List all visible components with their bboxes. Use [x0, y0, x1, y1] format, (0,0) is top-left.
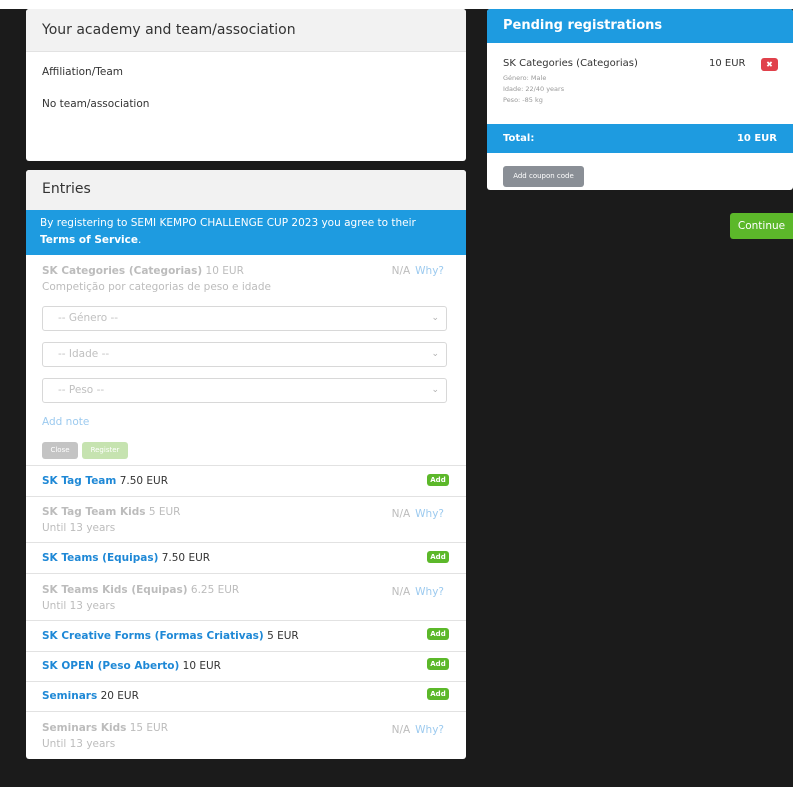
entry-subtitle: Until 13 years: [42, 522, 116, 534]
terms-suffix: .: [138, 234, 142, 246]
entry-name-link[interactable]: Seminars: [42, 690, 97, 702]
pending-registrations-header: Pending registrations: [487, 9, 793, 43]
entry-price: 6.25 EUR: [190, 584, 240, 596]
add-button[interactable]: Add: [427, 688, 449, 700]
entry-price: 7.50 EUR: [161, 552, 211, 564]
pending-registrations-card: Pending registrations SK Categories (Cat…: [487, 9, 793, 190]
entry-name-link[interactable]: SK Tag Team: [42, 475, 116, 487]
entry-price: 7.50 EUR: [119, 475, 169, 487]
pending-item-detail: Género: Male: [503, 74, 547, 82]
why-link[interactable]: Why?: [415, 586, 444, 598]
total-value: 10 EUR: [736, 133, 777, 144]
entry-price: 20 EUR: [100, 690, 139, 702]
entry-price: 5 EUR: [267, 630, 299, 642]
continue-button[interactable]: Continue: [730, 213, 793, 239]
entry-price: 10 EUR: [182, 660, 221, 672]
entry-row-sk-teams: SK Teams (Equipas) 7.50 EUR Add: [26, 542, 466, 573]
pending-item-detail: Idade: 22/40 years: [503, 85, 565, 93]
chevron-down-icon: ⌄: [431, 385, 439, 395]
affiliation-label: Affiliation/Team: [42, 66, 124, 78]
idade-select[interactable]: -- Idade -- ⌄: [42, 342, 447, 367]
idade-select-value: -- Idade --: [58, 348, 110, 360]
add-button[interactable]: Add: [427, 628, 449, 640]
na-label: N/A: [391, 508, 411, 520]
add-note-link[interactable]: Add note: [42, 416, 89, 428]
add-button[interactable]: Add: [427, 474, 449, 486]
entry-name-link[interactable]: SK Teams (Equipas): [42, 552, 158, 564]
na-status: N/A Why?: [392, 265, 444, 277]
total-label: Total:: [503, 133, 535, 144]
entry-row-sk-open: SK OPEN (Peso Aberto) 10 EUR Add: [26, 651, 466, 681]
register-button[interactable]: Register: [82, 442, 128, 459]
peso-select[interactable]: -- Peso -- ⌄: [42, 378, 447, 403]
close-button[interactable]: Close: [42, 442, 78, 459]
why-link[interactable]: Why?: [415, 724, 444, 736]
entry-price: 15 EUR: [129, 722, 169, 734]
entry-subtitle: Until 13 years: [42, 738, 116, 750]
top-page-strip: [0, 0, 793, 9]
expanded-entry-description: Competição por categorias de peso e idad…: [42, 281, 271, 293]
terms-prefix: By registering to SEMI KEMPO CHALLENGE C…: [40, 217, 416, 229]
na-label: N/A: [391, 586, 411, 598]
total-bar: Total: 10 EUR: [487, 124, 793, 153]
entry-name: Seminars Kids: [42, 722, 127, 734]
expanded-entry: SK Categories (Categorias) 10 EUR Compet…: [26, 255, 466, 465]
add-button[interactable]: Add: [427, 658, 449, 670]
na-status: N/A Why?: [392, 586, 444, 598]
na-status: N/A Why?: [392, 724, 444, 736]
entry-row-seminars: Seminars 20 EUR Add: [26, 681, 466, 711]
pending-item-price: 10 EUR: [709, 58, 746, 69]
academy-card-header: Your academy and team/association: [26, 9, 466, 52]
genero-select-value: -- Género --: [58, 312, 119, 324]
entry-name: SK Teams Kids (Equipas): [42, 584, 188, 596]
entry-row-sk-creative-forms: SK Creative Forms (Formas Criativas) 5 E…: [26, 620, 466, 651]
na-label: N/A: [391, 724, 411, 736]
terms-of-service-link[interactable]: Terms of Service: [40, 234, 138, 246]
entries-card-header: Entries: [26, 170, 466, 211]
entry-row-sk-tag-team: SK Tag Team 7.50 EUR Add: [26, 465, 466, 496]
why-link[interactable]: Why?: [415, 508, 444, 520]
expanded-entry-name: SK Categories (Categorias): [42, 265, 203, 277]
academy-card: Your academy and team/association Affili…: [26, 9, 466, 161]
entry-name-link[interactable]: SK Creative Forms (Formas Criativas): [42, 630, 264, 642]
na-label: N/A: [391, 265, 411, 277]
add-button[interactable]: Add: [427, 551, 449, 563]
entry-subtitle: Until 13 years: [42, 600, 116, 612]
team-value: No team/association: [42, 98, 150, 110]
pending-item-name: SK Categories (Categorias): [503, 58, 638, 69]
add-coupon-button[interactable]: Add coupon code: [503, 166, 584, 187]
entries-card: Entries By registering to SEMI KEMPO CHA…: [26, 170, 466, 759]
pending-item-detail: Peso: -85 kg: [503, 96, 543, 104]
entry-name: SK Tag Team Kids: [42, 506, 146, 518]
na-status: N/A Why?: [392, 508, 444, 520]
genero-select[interactable]: -- Género -- ⌄: [42, 306, 447, 331]
terms-notice: By registering to SEMI KEMPO CHALLENGE C…: [26, 210, 466, 255]
entry-row-seminars-kids: Seminars Kids 15 EUR Until 13 years N/A W…: [26, 711, 466, 759]
close-icon: ✖: [766, 60, 773, 69]
entry-name-link[interactable]: SK OPEN (Peso Aberto): [42, 660, 179, 672]
chevron-down-icon: ⌄: [431, 349, 439, 359]
entry-row-sk-teams-kids: SK Teams Kids (Equipas) 6.25 EUR Until 1…: [26, 573, 466, 620]
remove-registration-button[interactable]: ✖: [761, 58, 778, 71]
peso-select-value: -- Peso --: [58, 384, 105, 396]
entry-price: 5 EUR: [148, 506, 181, 518]
entry-row-sk-tag-team-kids: SK Tag Team Kids 5 EUR Until 13 years N/…: [26, 496, 466, 542]
expanded-entry-price: 10 EUR: [205, 265, 244, 277]
chevron-down-icon: ⌄: [431, 313, 439, 323]
why-link[interactable]: Why?: [415, 265, 444, 277]
